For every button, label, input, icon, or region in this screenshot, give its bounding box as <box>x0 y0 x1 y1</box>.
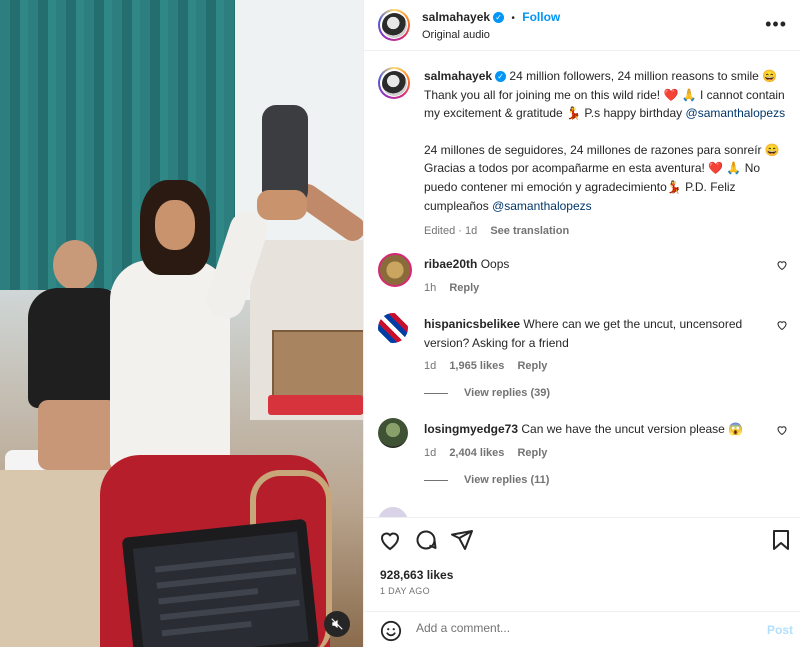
view-replies-button[interactable]: View replies (39) <box>424 385 764 402</box>
comment-meta: 1d 2,404 likes Reply <box>424 445 764 462</box>
follow-button[interactable]: Follow <box>522 10 560 24</box>
comment-text: Oops <box>480 257 510 271</box>
bookmark-icon[interactable] <box>769 528 793 552</box>
post-comment-button[interactable]: Post <box>767 623 793 637</box>
comment-like-icon[interactable] <box>776 259 788 271</box>
author-avatar[interactable] <box>378 9 410 41</box>
comment-likes[interactable]: 2,404 likes <box>449 447 504 459</box>
post-header: salmahayek ✓ • Follow Original audio ••• <box>364 0 800 51</box>
commenter-avatar[interactable] <box>378 507 408 517</box>
comment-body: hispanicsbelikee Where can we get the un… <box>424 315 764 402</box>
caption-meta: Edited · 1d See translation <box>424 223 794 240</box>
post-video[interactable] <box>0 0 363 647</box>
comment-icon[interactable] <box>414 528 438 552</box>
post-actions: 928,663 likes 1 DAY AGO Post <box>364 517 800 648</box>
comment-text: Can we have the uncut version please 😱 <box>521 422 744 436</box>
commenter-avatar[interactable] <box>378 253 412 287</box>
post-time: 1 DAY AGO <box>380 586 430 596</box>
post-details-panel: salmahayek ✓ • Follow Original audio ••• … <box>363 0 800 647</box>
caption-avatar[interactable] <box>378 67 410 99</box>
mute-icon <box>331 618 343 630</box>
author-username[interactable]: salmahayek <box>422 10 490 24</box>
replies-divider <box>424 393 448 395</box>
caption-username[interactable]: salmahayek <box>424 69 492 83</box>
commenter-avatar[interactable] <box>378 313 408 343</box>
comment-username[interactable]: ribae20th <box>424 257 477 271</box>
video-laptop <box>121 518 320 647</box>
post-modal: salmahayek ✓ • Follow Original audio ••• … <box>0 0 800 647</box>
caption-body: salmahayek ✓ 24 million followers, 24 mil… <box>424 67 794 240</box>
video-woman <box>110 180 280 470</box>
reply-button[interactable]: Reply <box>449 282 479 294</box>
see-translation-button[interactable]: See translation <box>490 225 569 237</box>
likes-count[interactable]: 928,663 likes <box>380 568 453 582</box>
caption-mention-en[interactable]: @samanthalopezs <box>686 106 786 120</box>
more-options-icon[interactable]: ••• <box>765 14 787 35</box>
comment-age: 1d <box>424 446 437 459</box>
video-table <box>268 395 363 415</box>
comment-like-icon[interactable] <box>776 319 788 331</box>
view-replies-label: View replies (11) <box>464 473 550 486</box>
comments-scroll-area[interactable]: salmahayek ✓ 24 million followers, 24 mil… <box>364 51 800 517</box>
share-icon[interactable] <box>450 528 474 552</box>
video-table-front <box>0 470 110 647</box>
video-hand <box>257 190 307 220</box>
replies-divider <box>424 479 448 481</box>
view-replies-label: View replies (39) <box>464 387 551 400</box>
view-replies-button[interactable]: View replies (11) <box>424 472 764 489</box>
comment-meta: 1h Reply <box>424 280 764 297</box>
header-separator: • <box>511 13 515 24</box>
comment-username[interactable]: losingmyedge73 <box>424 422 518 436</box>
reply-button[interactable]: Reply <box>517 447 547 459</box>
verified-badge-icon: ✓ <box>495 71 507 83</box>
comment-body: losingmyedge73 Can we have the uncut ver… <box>424 420 764 489</box>
verified-badge-icon: ✓ <box>493 12 505 24</box>
commenter-avatar[interactable] <box>378 418 408 448</box>
comment-input[interactable] <box>414 620 748 636</box>
caption-text-es: 24 millones de seguidores, 24 millones d… <box>424 142 780 213</box>
author-line: salmahayek ✓ • Follow <box>422 10 560 24</box>
reply-button[interactable]: Reply <box>517 360 547 372</box>
caption-mention-es[interactable]: @samanthalopezs <box>492 199 592 213</box>
mute-button[interactable] <box>324 611 350 637</box>
comment-like-icon[interactable] <box>776 424 788 436</box>
emoji-icon[interactable] <box>380 620 402 642</box>
comment-meta: 1d 1,965 likes Reply <box>424 358 764 375</box>
add-comment-bar: Post <box>364 611 800 649</box>
heart-icon[interactable] <box>378 528 402 552</box>
comment-age: 1h <box>424 281 437 294</box>
comment-likes[interactable]: 1,965 likes <box>449 360 504 372</box>
comment-age: 1d <box>424 360 437 373</box>
comment-username[interactable]: hispanicsbelikee <box>424 317 520 331</box>
comment-body: ribae20th Oops 1h Reply <box>424 255 764 297</box>
audio-label[interactable]: Original audio <box>422 29 490 41</box>
edited-label: Edited · 1d <box>424 225 478 238</box>
